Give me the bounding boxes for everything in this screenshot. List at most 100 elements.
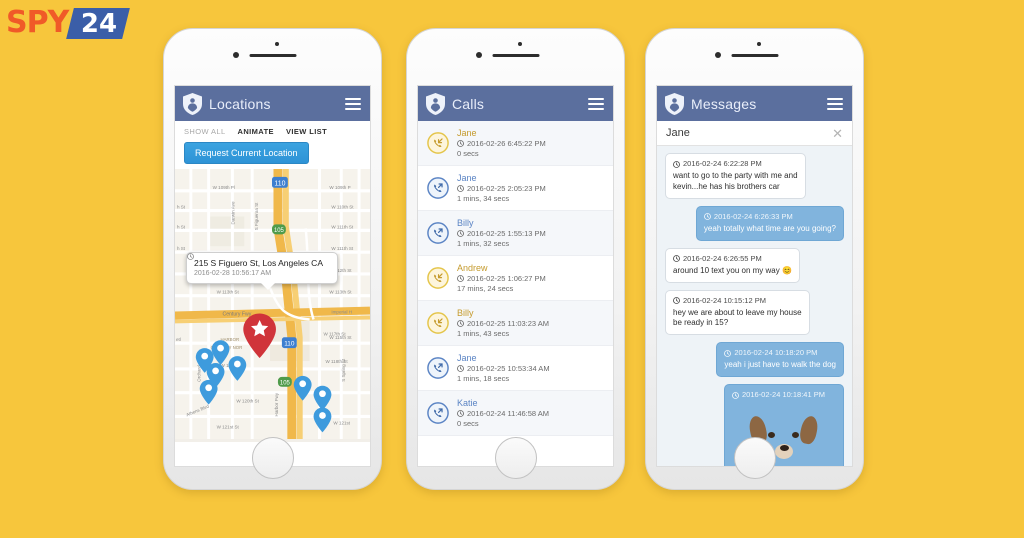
call-contact-name: Jane: [457, 128, 477, 138]
clock-icon: [724, 349, 732, 357]
message-timestamp: 2016-02-24 6:22:28 PM: [683, 159, 762, 168]
dog-eye-left: [768, 432, 775, 439]
svg-text:W 111th St: W 111th St: [331, 246, 354, 251]
call-timestamp: 2016-02-26 6:45:22 PM: [467, 139, 546, 148]
clock-icon: [673, 160, 680, 168]
table-row[interactable]: Andrew 2016-02-25 1:06:27 PM 17 mins, 24…: [418, 256, 613, 301]
svg-text:110: 110: [274, 180, 285, 187]
earpiece-speaker-icon: [249, 54, 296, 57]
call-details: Andrew 2016-02-25 1:06:27 PM 17 mins, 24…: [457, 263, 546, 293]
callout-timestamp-row: 2016-02-28 10:56:17 AM: [187, 253, 330, 277]
clock-icon: [457, 275, 464, 282]
svg-text:W 117th St: W 117th St: [323, 331, 346, 336]
message-thread[interactable]: 2016-02-24 6:22:28 PM want to go to the …: [657, 146, 852, 466]
tab-animate[interactable]: ANIMATE: [238, 127, 274, 136]
tab-show-all[interactable]: SHOW ALL: [184, 127, 226, 136]
call-timestamp-row: 2016-02-24 11:46:58 AM: [457, 409, 549, 418]
front-camera-icon: [714, 52, 721, 58]
callout-timestamp: 2016-02-28 10:56:17 AM: [194, 270, 272, 277]
call-timestamp-row: 2016-02-25 1:55:13 PM: [457, 229, 546, 238]
proximity-sensor-icon: [756, 42, 761, 46]
message-bubble[interactable]: 2016-02-24 6:26:33 PM yeah totally what …: [695, 205, 844, 241]
request-current-location-button[interactable]: Request Current Location: [184, 142, 309, 164]
call-timestamp: 2016-02-25 1:06:27 PM: [467, 274, 546, 283]
call-contact-name: Jane: [457, 173, 477, 183]
call-timestamp-row: 2016-02-25 11:03:23 AM: [457, 319, 549, 328]
message-bubble[interactable]: 2016-02-24 6:26:55 PM around 10 text you…: [665, 247, 800, 283]
close-icon[interactable]: ✕: [832, 127, 843, 140]
front-camera-icon: [232, 52, 239, 58]
call-details: Jane 2016-02-25 10:53:34 AM 1 mins, 18 s…: [457, 353, 550, 383]
svg-text:W 113th St: W 113th St: [329, 290, 352, 295]
svg-text:h St: h St: [177, 246, 186, 251]
message-bubble[interactable]: 2016-02-24 10:15:12 PM hey we are about …: [665, 289, 810, 336]
svg-text:W 110th St: W 110th St: [331, 205, 354, 210]
message-bubble[interactable]: 2016-02-24 6:22:28 PM want to go to the …: [665, 153, 806, 199]
call-timestamp: 2016-02-25 11:03:23 AM: [467, 319, 550, 328]
home-button[interactable]: [733, 437, 776, 479]
dog-ear-right: [798, 414, 820, 446]
table-row[interactable]: Billy 2016-02-25 1:55:13 PM 1 mins, 32 s…: [418, 211, 613, 256]
highway-shield-105-upper: 105: [271, 224, 286, 235]
call-timestamp-row: 2016-02-25 1:06:27 PM: [457, 274, 546, 283]
hamburger-menu-icon[interactable]: [588, 97, 604, 110]
phone-calls: Calls Jane 2016-02-26 6:45:22 PM 0 secs: [406, 28, 625, 490]
svg-text:W 121st St: W 121st St: [217, 424, 240, 429]
hamburger-menu-icon[interactable]: [345, 97, 361, 110]
phone-messages: Messages Jane ✕ 2016-02-24 6:22:28 PM wa…: [645, 28, 864, 490]
call-duration: 1 mins, 32 secs: [457, 239, 510, 248]
map-view[interactable]: 110 105 110 105 W 109th Pl W 109th P h S…: [175, 169, 370, 442]
message-timestamp: 2016-02-24 6:26:33 PM: [713, 211, 793, 221]
svg-text:Darwin Ave: Darwin Ave: [230, 201, 235, 224]
svg-text:105: 105: [274, 228, 285, 234]
message-bubble[interactable]: 2016-02-24 10:18:20 PM yeah i just have …: [716, 342, 844, 378]
message-timestamp-row: 2016-02-24 10:18:41 PM: [732, 390, 836, 400]
conversation-contact-name: Jane: [666, 127, 690, 139]
earpiece-speaker-icon: [731, 54, 778, 57]
call-outgoing-icon: [427, 177, 449, 199]
call-details: Jane 2016-02-26 6:45:22 PM 0 secs: [457, 128, 546, 158]
logo-text-24: 24: [81, 8, 118, 38]
table-row[interactable]: Jane 2016-02-26 6:45:22 PM 0 secs: [418, 121, 613, 166]
clock-icon: [457, 320, 464, 327]
table-row[interactable]: Jane 2016-02-25 2:05:23 PM 1 mins, 34 se…: [418, 166, 613, 211]
call-duration: 1 mins, 43 secs: [457, 329, 510, 338]
appbar-locations: Locations: [175, 86, 370, 121]
earpiece-speaker-icon: [492, 54, 539, 57]
front-camera-icon: [475, 52, 482, 58]
call-duration: 0 secs: [457, 419, 479, 428]
hamburger-menu-icon[interactable]: [827, 97, 843, 110]
clock-icon: [457, 185, 464, 192]
locations-tab-bar: SHOW ALL ANIMATE VIEW LIST: [175, 121, 370, 138]
message-text: around 10 text you on my way 😊: [673, 265, 792, 275]
clock-icon: [457, 140, 464, 147]
shield-icon: [665, 92, 684, 115]
callout-address: 215 S Figuero St, Los Angeles CA: [194, 258, 323, 268]
call-duration: 1 mins, 18 secs: [457, 374, 510, 383]
tab-view-list[interactable]: VIEW LIST: [286, 127, 327, 136]
call-incoming-icon: [427, 267, 449, 289]
svg-text:etl: etl: [176, 337, 181, 342]
table-row[interactable]: Jane 2016-02-25 10:53:34 AM 1 mins, 18 s…: [418, 346, 613, 391]
highway-shield-110-lower: 110: [281, 337, 297, 349]
calls-list[interactable]: Jane 2016-02-26 6:45:22 PM 0 secs Jane 2…: [418, 121, 613, 466]
home-button[interactable]: [251, 437, 294, 479]
call-contact-name: Billy: [457, 308, 474, 318]
clock-icon: [673, 255, 680, 263]
clock-icon: [187, 253, 194, 260]
svg-text:S Figueroa St: S Figueroa St: [254, 202, 259, 231]
clock-icon: [673, 297, 680, 305]
call-timestamp-row: 2016-02-25 10:53:34 AM: [457, 364, 550, 373]
call-duration: 17 mins, 24 secs: [457, 284, 514, 293]
shield-icon: [183, 92, 202, 115]
home-button[interactable]: [494, 437, 537, 479]
location-callout[interactable]: 215 S Figuero St, Los Angeles CA 2016-02…: [186, 252, 338, 290]
logo-badge: 24: [66, 7, 131, 39]
call-incoming-icon: [427, 312, 449, 334]
message-timestamp-row: 2016-02-24 6:26:55 PM: [673, 254, 792, 264]
appbar-calls: Calls: [418, 86, 613, 121]
table-row[interactable]: Billy 2016-02-25 11:03:23 AM 1 mins, 43 …: [418, 301, 613, 346]
table-row[interactable]: Katie 2016-02-24 11:46:58 AM 0 secs: [418, 391, 613, 436]
call-contact-name: Billy: [457, 218, 474, 228]
svg-text:h St: h St: [177, 224, 186, 229]
